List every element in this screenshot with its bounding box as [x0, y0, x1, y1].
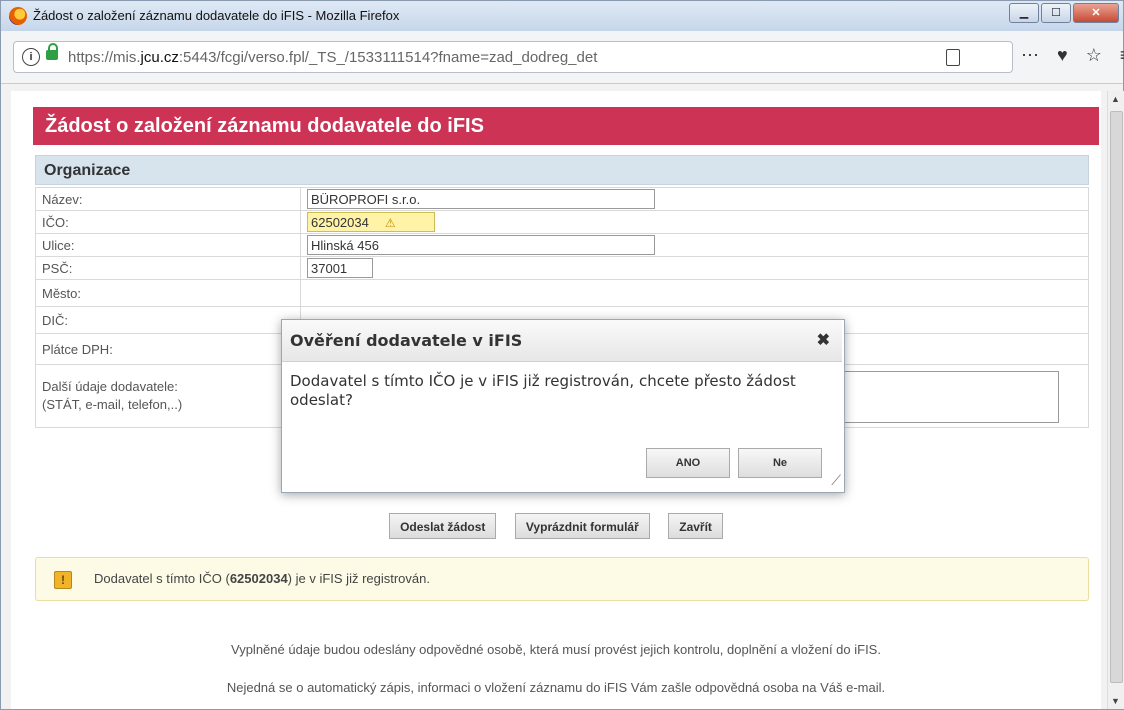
dialog-buttons: ANO Ne — [646, 448, 822, 478]
exclamation-icon: ! — [54, 571, 72, 589]
info-icon[interactable]: i — [22, 48, 40, 66]
navigation-bar: i https://mis.jcu.cz:5443/fcgi/verso.fpl… — [1, 31, 1124, 84]
minimize-button[interactable]: ▁ — [1009, 3, 1039, 23]
section-organizace: Organizace — [35, 155, 1089, 185]
warning-icon: ⚠ — [384, 216, 396, 230]
dalsi-udaje-label: Další údaje dodavatele: (STÁT, e-mail, te… — [35, 364, 301, 428]
pocket-icon[interactable]: ♥ — [1057, 45, 1068, 66]
ico-field[interactable]: 62502034 ⚠ — [307, 212, 435, 232]
dialog-message: Dodavatel s tímto IČO je v iFIS již regi… — [290, 372, 796, 409]
url-text[interactable]: https://mis.jcu.cz:5443/fcgi/verso.fpl/_… — [68, 49, 597, 66]
close-button[interactable]: Zavřít — [668, 513, 723, 539]
footer-note-1: Vyplněné údaje budou odeslány odpovědné … — [231, 642, 881, 657]
window-controls: ▁ ☐ ✕ — [1009, 3, 1119, 23]
send-request-button[interactable]: Odeslat žádost — [389, 513, 497, 539]
dic-label: DIČ: — [35, 306, 301, 334]
mesto-label: Město: — [35, 279, 301, 307]
title-bar: Žádost o založení záznamu dodavatele do … — [1, 1, 1123, 32]
form-row: Název: BÜROPROFI s.r.o. — [35, 187, 1089, 211]
dialog-title: Ověření dodavatele v iFIS — [282, 320, 842, 362]
close-window-button[interactable]: ✕ — [1073, 3, 1119, 23]
close-icon[interactable]: ✖ — [817, 320, 830, 362]
dalsi-udaje-textarea[interactable] — [827, 370, 1059, 423]
platce-dph-label: Plátce DPH: — [35, 333, 301, 365]
nazev-field[interactable]: BÜROPROFI s.r.o. — [307, 189, 655, 209]
lock-icon[interactable] — [46, 43, 58, 60]
form-row: IČO: 62502034 ⚠ — [35, 210, 1089, 234]
address-bar[interactable]: i https://mis.jcu.cz:5443/fcgi/verso.fpl… — [13, 41, 1013, 73]
form-buttons: Odeslat žádost Vyprázdnit formulář Zavří… — [11, 513, 1101, 539]
no-button[interactable]: Ne — [738, 448, 822, 478]
scroll-down-icon[interactable]: ▼ — [1111, 696, 1120, 706]
page-scrollbar[interactable]: ▲ ▼ — [1107, 91, 1124, 709]
ico-label: IČO: — [35, 210, 301, 234]
psc-field[interactable]: 37001 — [307, 258, 373, 278]
reader-view-icon[interactable] — [946, 49, 960, 66]
toolbar-icons: ⋯ ♥ ☆ ≡ — [1021, 45, 1124, 66]
footer-note-2: Nejedná se o automatický zápis, informac… — [226, 680, 886, 695]
psc-label: PSČ: — [35, 256, 301, 280]
ulice-label: Ulice: — [35, 233, 301, 257]
nazev-label: Název: — [35, 187, 301, 211]
confirm-dialog: Ověření dodavatele v iFIS ✖ Dodavatel s … — [281, 319, 845, 493]
resize-handle-icon[interactable]: ⟋ — [831, 472, 841, 489]
form-row: Ulice: Hlinská 456 — [35, 233, 1089, 257]
firefox-logo-icon — [9, 7, 27, 25]
scroll-thumb[interactable] — [1110, 111, 1123, 683]
form-row: PSČ: 37001 — [35, 256, 1089, 280]
warning-notice: ! Dodavatel s tímto IČO (62502034) je v … — [35, 557, 1089, 601]
menu-icon[interactable]: ≡ — [1120, 45, 1124, 66]
clear-form-button[interactable]: Vyprázdnit formulář — [514, 513, 650, 539]
page-title: Žádost o založení záznamu dodavatele do … — [33, 107, 1099, 145]
yes-button[interactable]: ANO — [646, 448, 730, 478]
maximize-button[interactable]: ☐ — [1041, 3, 1071, 23]
mesto-field-cell[interactable] — [300, 279, 1089, 307]
window-title: Žádost o založení záznamu dodavatele do … — [33, 8, 400, 23]
ulice-field[interactable]: Hlinská 456 — [307, 235, 655, 255]
bookmark-star-icon[interactable]: ☆ — [1086, 45, 1102, 66]
browser-window: Žádost o založení záznamu dodavatele do … — [0, 0, 1124, 710]
scroll-up-icon[interactable]: ▲ — [1111, 94, 1120, 104]
more-icon[interactable]: ⋯ — [1021, 45, 1039, 66]
form-row: Město: — [35, 279, 1089, 307]
